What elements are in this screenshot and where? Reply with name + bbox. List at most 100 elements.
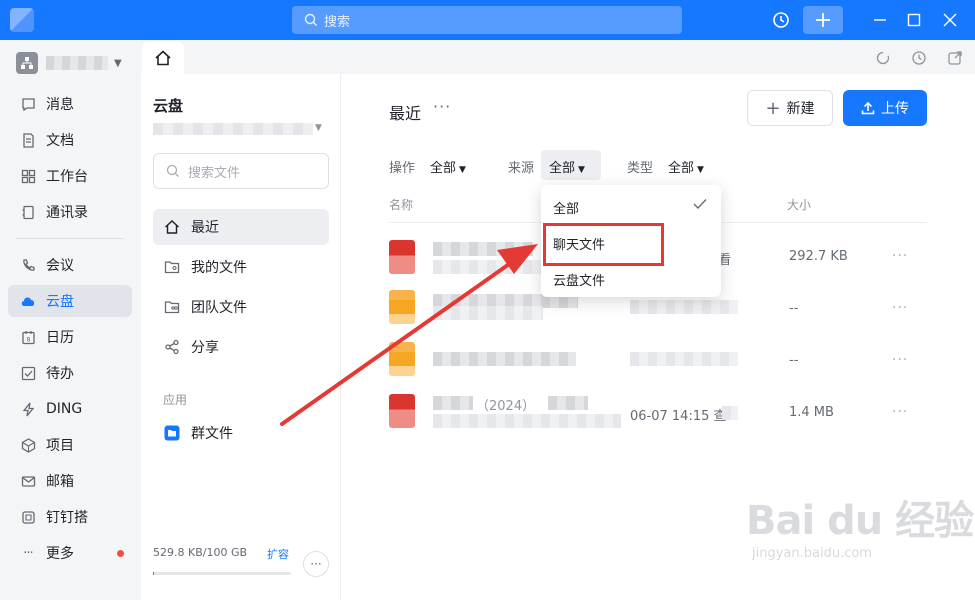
builder-icon: [20, 509, 36, 525]
file-name-redacted[interactable]: [433, 242, 533, 256]
nav-item-workbench[interactable]: 工作台: [8, 160, 132, 192]
nav-item-meeting[interactable]: 会议: [8, 249, 132, 281]
history-icon[interactable]: [911, 50, 927, 66]
drive-nav-share[interactable]: 分享: [153, 329, 329, 365]
chevron-down-icon[interactable]: ▼: [315, 123, 322, 133]
file-size: 1.4 MB: [789, 405, 834, 420]
filter-value: 全部: [430, 161, 457, 176]
column-header-size[interactable]: 大小: [787, 196, 811, 213]
plus-icon: [816, 13, 830, 27]
caret-down-icon: ▼: [697, 165, 704, 175]
pdf-file-icon: [389, 394, 415, 428]
upload-icon: [861, 101, 875, 115]
nav-divider: [16, 238, 124, 239]
group-folder-icon: [163, 424, 181, 442]
minimize-icon[interactable]: [866, 6, 894, 34]
history-icon[interactable]: [767, 6, 795, 34]
home-icon: [163, 218, 181, 236]
file-name-redacted[interactable]: [433, 396, 473, 410]
nav-item-todo[interactable]: 待办: [8, 357, 132, 389]
maximize-icon[interactable]: [900, 6, 928, 34]
nav-label: 钉钉搭: [46, 510, 88, 526]
global-search-input[interactable]: 搜索: [292, 6, 682, 34]
filter-source-select[interactable]: 全部 ▼: [549, 157, 585, 176]
apps-group-label: 应用: [163, 393, 188, 407]
file-name-redacted: [548, 396, 588, 410]
filter-type-select[interactable]: 全部 ▼: [668, 157, 704, 176]
nav-item-mail[interactable]: 邮箱: [8, 465, 132, 497]
nav-label: 工作台: [46, 169, 88, 185]
file-search-placeholder: 搜索文件: [188, 165, 241, 181]
dropdown-option-all[interactable]: 全部: [553, 198, 579, 217]
workbench-icon: [20, 168, 36, 184]
file-time-redacted: [722, 406, 738, 420]
cloud-icon: [20, 293, 36, 309]
caret-down-icon: ▼: [578, 165, 585, 175]
file-time-redacted: [630, 300, 738, 314]
svg-text:8: 8: [26, 336, 30, 343]
nav-item-builder[interactable]: 钉钉搭: [8, 501, 132, 533]
drive-app-label: 群文件: [191, 426, 233, 442]
org-icon: [16, 52, 38, 74]
nav-item-project[interactable]: 项目: [8, 429, 132, 461]
close-icon[interactable]: [936, 6, 964, 34]
nav-item-ding[interactable]: DING: [8, 393, 132, 425]
more-options-button[interactable]: ···: [303, 551, 329, 577]
plus-icon: +: [765, 97, 781, 119]
expand-storage-link[interactable]: 扩容: [267, 546, 289, 562]
nav-label: 邮箱: [46, 474, 74, 490]
drive-nav-label: 我的文件: [191, 260, 247, 276]
folder-team-icon: [163, 298, 181, 316]
plus-button[interactable]: [803, 6, 843, 34]
filter-value: 全部: [549, 161, 576, 176]
drive-nav-my-files[interactable]: 我的文件: [153, 249, 329, 285]
filter-operation-select[interactable]: 全部 ▼: [430, 157, 466, 176]
upload-button[interactable]: 上传: [843, 90, 927, 126]
file-search-input[interactable]: 搜索文件: [153, 153, 329, 189]
file-time: 06-07 14:15 查: [630, 409, 727, 424]
annotation-highlight-box: [543, 223, 664, 266]
folder-user-icon: [163, 258, 181, 276]
search-icon: [304, 13, 317, 26]
project-icon: [20, 437, 36, 453]
org-switcher[interactable]: ▼: [16, 52, 122, 74]
nav-item-more[interactable]: ··· 更多: [8, 537, 132, 569]
home-icon: [155, 50, 171, 66]
file-meta-redacted: [433, 414, 621, 428]
nav-item-calendar[interactable]: 8 日历: [8, 321, 132, 353]
watermark-sub-text: jingyan.baidu.com: [752, 546, 872, 561]
share-out-icon[interactable]: [947, 50, 963, 66]
drive-account-redacted[interactable]: [153, 123, 313, 135]
drive-nav-team-files[interactable]: 团队文件: [153, 289, 329, 325]
new-button[interactable]: + 新建: [747, 90, 833, 126]
dropdown-option-drive-files[interactable]: 云盘文件: [553, 270, 605, 289]
org-name-redacted: [46, 56, 108, 70]
nav-item-drive[interactable]: 云盘: [8, 285, 132, 317]
storage-usage-bar: [153, 572, 291, 575]
row-more-icon[interactable]: ···: [892, 248, 908, 264]
check-icon: [693, 199, 707, 210]
drive-app-group-files[interactable]: 群文件: [153, 415, 329, 451]
file-name-redacted[interactable]: [433, 352, 576, 366]
tab-home[interactable]: [142, 42, 184, 74]
new-button-label: 新建: [786, 101, 815, 117]
refresh-icon[interactable]: [875, 50, 891, 66]
drive-nav-recent[interactable]: 最近: [153, 209, 329, 245]
notification-dot: [117, 550, 124, 557]
row-more-icon[interactable]: ···: [892, 352, 908, 368]
column-header-name[interactable]: 名称: [389, 196, 413, 213]
storage-usage-fill: [153, 572, 154, 575]
row-more-icon[interactable]: ···: [892, 404, 908, 420]
tab-bar: [141, 40, 975, 74]
calendar-icon: 8: [20, 329, 36, 345]
nav-item-contacts[interactable]: 通讯录: [8, 196, 132, 228]
row-more-icon[interactable]: ···: [892, 300, 908, 316]
nav-item-docs[interactable]: 文档: [8, 124, 132, 156]
baidu-watermark-logo: Bai du 经验 jingyan.baidu.com: [746, 488, 974, 561]
nav-item-messages[interactable]: 消息: [8, 88, 132, 120]
file-meta-redacted: [433, 306, 543, 320]
title-more-icon[interactable]: ···: [433, 97, 451, 116]
nav-label: 消息: [46, 97, 74, 113]
nav-label: 通讯录: [46, 205, 88, 221]
mail-icon: [20, 473, 36, 489]
